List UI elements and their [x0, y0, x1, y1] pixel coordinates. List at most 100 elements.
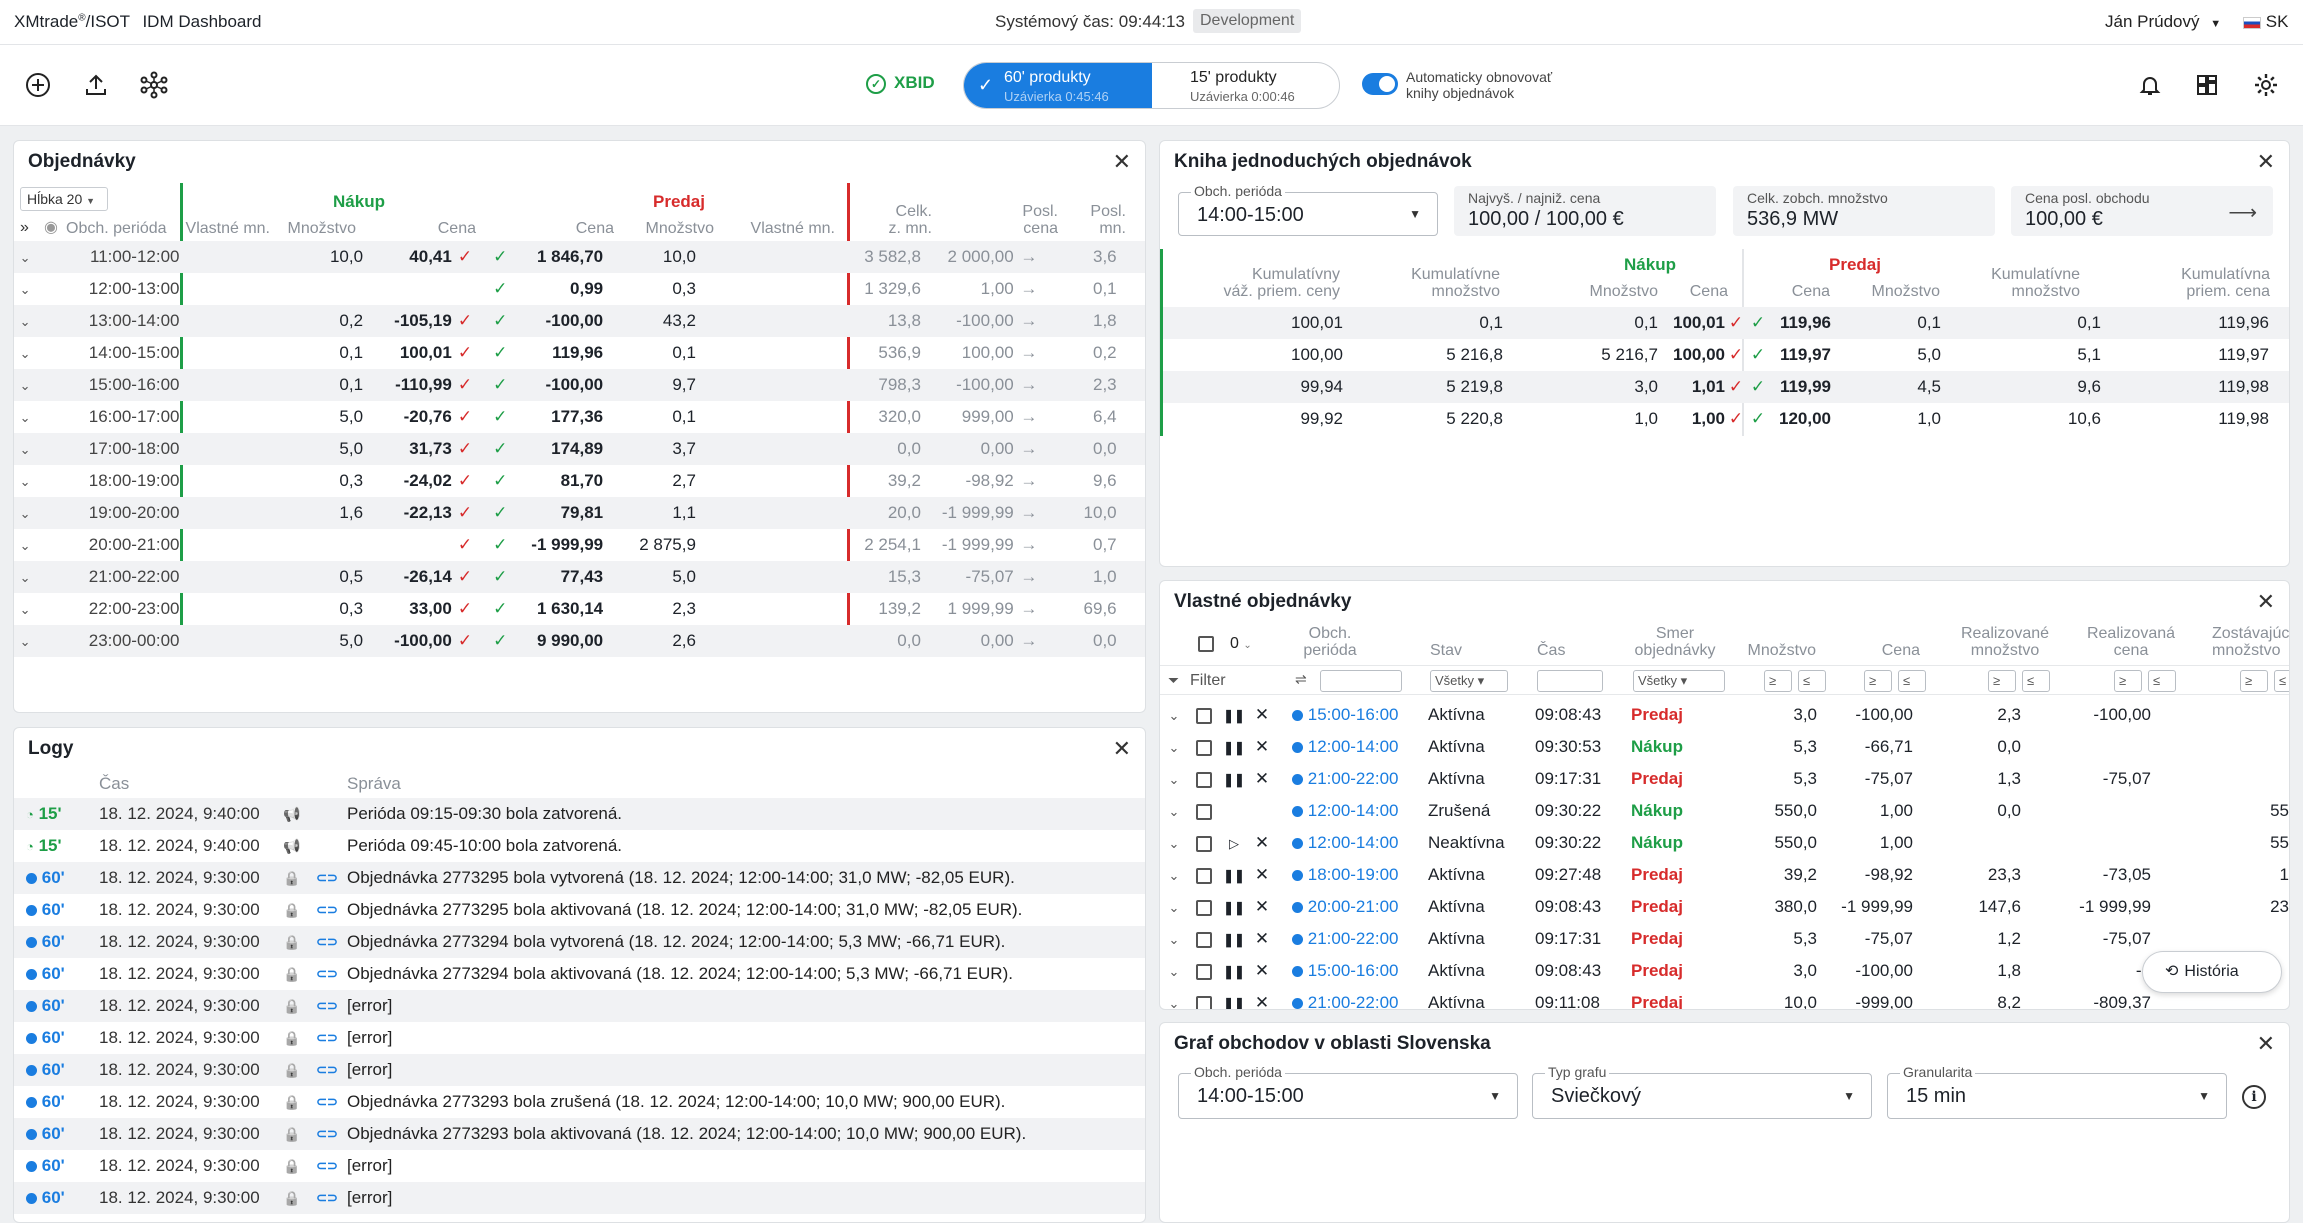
eye-icon[interactable]: ◉	[44, 219, 58, 236]
graph-period-select[interactable]: Obch. perióda 14:00-15:00 ▼	[1178, 1064, 1518, 1119]
expand-chevron-icon[interactable]: ⌄	[1160, 699, 1188, 731]
book-row[interactable]: 100,01 0,1 0,1 100,01 ✓ ✓ 119,96 0,1 0,1 119,96	[1163, 307, 2289, 339]
cancel-icon[interactable]: ✕	[1255, 897, 1269, 916]
pause-icon[interactable]: ❚❚	[1223, 964, 1245, 979]
expand-chevron-icon[interactable]: ⌄	[14, 497, 36, 529]
granularity-select[interactable]: Granularita 15 min ▼	[1887, 1064, 2227, 1119]
book-row[interactable]: 99,94 5 219,8 3,0 1,01 ✓ ✓ 119,99 4,5 9,6 119,98	[1163, 371, 2289, 403]
orders-row[interactable]: ⌄ 22:00-23:00 0,3 33,00 ✓ ✓ 1 630,14 2,3 139,2 1 …	[14, 593, 1145, 625]
tab-60-products[interactable]: ✓ 60' produkty Uzávierka 0:45:46	[964, 63, 1152, 108]
link-icon[interactable]: ⊂⊃	[316, 902, 338, 917]
pause-icon[interactable]: ❚❚	[1223, 708, 1245, 723]
upload-icon[interactable]	[82, 71, 110, 99]
row-checkbox[interactable]	[1188, 923, 1220, 955]
cancel-icon[interactable]: ✕	[1255, 929, 1269, 948]
expand-chevron-icon[interactable]: ⌄	[1160, 731, 1188, 763]
network-icon[interactable]	[139, 70, 169, 100]
play-icon[interactable]: ▷	[1229, 836, 1239, 851]
rp-min-filter[interactable]: ≥	[2114, 670, 2142, 692]
link-icon[interactable]: ⊂⊃	[316, 1094, 338, 1109]
expand-chevron-icon[interactable]: ⌄	[14, 305, 36, 337]
expand-chevron-icon[interactable]: ⌄	[14, 625, 36, 657]
history-button[interactable]: ⟲ História	[2142, 951, 2282, 993]
expand-chevron-icon[interactable]: ⌄	[14, 433, 36, 465]
orders-row[interactable]: ⌄ 21:00-22:00 0,5 -26,14 ✓ ✓ 77,43 5,0 15,3 -75,0…	[14, 561, 1145, 593]
book-row[interactable]: 100,00 5 216,8 5 216,7 100,00 ✓ ✓ 119,97 5,0 5,1…	[1163, 339, 2289, 371]
expand-chevron-icon[interactable]: ⌄	[14, 561, 36, 593]
bell-icon[interactable]	[2136, 71, 2164, 99]
pause-icon[interactable]: ❚❚	[1223, 996, 1245, 1009]
link-icon[interactable]: ⊂⊃	[316, 1190, 338, 1205]
time-filter[interactable]	[1537, 670, 1603, 692]
row-checkbox[interactable]	[1188, 987, 1220, 1009]
expand-all-icon[interactable]: »	[20, 219, 29, 236]
direction-filter[interactable]: Všetky ▾	[1633, 670, 1725, 692]
orders-row[interactable]: ⌄ 20:00-21:00 ✓ ✓ -1 999,99 2 875,9 2 254,1 -1 …	[14, 529, 1145, 561]
row-checkbox[interactable]	[1188, 891, 1220, 923]
row-checkbox[interactable]	[1188, 795, 1220, 827]
cancel-icon[interactable]: ✕	[1255, 737, 1269, 756]
expand-chevron-icon[interactable]: ⌄	[1160, 987, 1188, 1009]
user-menu[interactable]: Ján Prúdový ▼	[2105, 12, 2221, 32]
price-max-filter[interactable]: ≤	[1898, 670, 1926, 692]
selected-count[interactable]: 0 ⌄	[1230, 635, 1252, 654]
rq-min-filter[interactable]: ≥	[1988, 670, 2016, 692]
expand-chevron-icon[interactable]: ⌄	[1160, 891, 1188, 923]
row-checkbox[interactable]	[1188, 699, 1220, 731]
link-icon[interactable]: ⊂⊃	[316, 966, 338, 981]
rem-min-filter[interactable]: ≥	[2240, 670, 2268, 692]
rp-max-filter[interactable]: ≤	[2148, 670, 2176, 692]
qty-min-filter[interactable]: ≥	[1764, 670, 1792, 692]
orders-row[interactable]: ⌄ 19:00-20:00 1,6 -22,13 ✓ ✓ 79,81 1,1 20,0 -1 99…	[14, 497, 1145, 529]
orders-row[interactable]: ⌄ 17:00-18:00 5,0 31,73 ✓ ✓ 174,89 3,7 0,0 0,00 → 0…	[14, 433, 1145, 465]
own-order-row[interactable]: ⌄ ❚❚ ✕ 21:00-22:00 Aktívna 09:17:31 Predaj 5,3…	[1160, 763, 2289, 795]
pause-icon[interactable]: ❚❚	[1223, 868, 1245, 883]
link-icon[interactable]: ⊂⊃	[316, 998, 338, 1013]
own-order-row[interactable]: ⌄ ▷ ✕ 12:00-14:00 Neaktívna 09:30:22 Nákup 550…	[1160, 827, 2289, 859]
expand-chevron-icon[interactable]: ⌄	[1160, 955, 1188, 987]
filter-icon[interactable]: ⏷	[1168, 672, 1179, 689]
link-icon[interactable]: ⊂⊃	[316, 1062, 338, 1077]
gear-icon[interactable]	[2252, 71, 2280, 99]
rem-max-filter[interactable]: ≤	[2274, 670, 2289, 692]
link-icon[interactable]: ⊂⊃	[316, 1126, 338, 1141]
own-order-row[interactable]: ⌄ ❚❚ ✕ 21:00-22:00 Aktívna 09:17:31 Predaj 5,3…	[1160, 923, 2289, 955]
link-icon[interactable]: ⊂⊃	[316, 1030, 338, 1045]
select-all-checkbox[interactable]	[1198, 635, 1214, 653]
expand-chevron-icon[interactable]: ⌄	[1160, 859, 1188, 891]
pause-icon[interactable]: ❚❚	[1223, 772, 1245, 787]
row-checkbox[interactable]	[1188, 955, 1220, 987]
orders-row[interactable]: ⌄ 11:00-12:00 10,0 40,41 ✓ ✓ 1 846,70 10,0 3 582…	[14, 241, 1145, 273]
close-icon[interactable]: ✕	[1113, 738, 1131, 760]
close-icon[interactable]: ✕	[2257, 151, 2275, 173]
clear-filter-icon[interactable]: ⇌	[1295, 671, 1307, 688]
pause-icon[interactable]: ❚❚	[1223, 740, 1245, 755]
tab-15-products[interactable]: 15' produkty Uzávierka 0:00:46	[1152, 63, 1339, 108]
pause-icon[interactable]: ❚❚	[1223, 932, 1245, 947]
row-checkbox[interactable]	[1188, 731, 1220, 763]
cancel-icon[interactable]: ✕	[1255, 705, 1269, 724]
info-icon[interactable]: i	[2242, 1085, 2266, 1109]
expand-chevron-icon[interactable]: ⌄	[1160, 795, 1188, 827]
expand-chevron-icon[interactable]: ⌄	[14, 369, 36, 401]
orders-row[interactable]: ⌄ 15:00-16:00 0,1 -110,99 ✓ ✓ -100,00 9,7 798,3 -…	[14, 369, 1145, 401]
own-order-row[interactable]: ⌄ ❚❚ ✕ 15:00-16:00 Aktívna 09:08:43 Predaj 3,0…	[1160, 699, 2289, 731]
row-checkbox[interactable]	[1188, 763, 1220, 795]
close-icon[interactable]: ✕	[2257, 591, 2275, 613]
layout-icon[interactable]	[2193, 71, 2221, 99]
expand-chevron-icon[interactable]: ⌄	[14, 241, 36, 273]
cancel-icon[interactable]: ✕	[1255, 833, 1269, 852]
book-row[interactable]: 99,92 5 220,8 1,0 1,00 ✓ ✓ 120,00 1,0 10,6 119,98	[1163, 403, 2289, 435]
auto-refresh-toggle[interactable]	[1362, 73, 1398, 95]
graph-type-select[interactable]: Typ grafu Sviečkový ▼	[1532, 1064, 1872, 1119]
cancel-icon[interactable]: ✕	[1255, 769, 1269, 788]
own-order-row[interactable]: ⌄ ❚❚ ✕ 12:00-14:00 Aktívna 09:30:53 Nákup 5,3 -…	[1160, 731, 2289, 763]
expand-chevron-icon[interactable]: ⌄	[1160, 763, 1188, 795]
pause-icon[interactable]: ❚❚	[1223, 900, 1245, 915]
cancel-icon[interactable]: ✕	[1255, 961, 1269, 980]
row-checkbox[interactable]	[1188, 827, 1220, 859]
book-period-select[interactable]: Obch. perióda 14:00-15:00 ▼	[1178, 183, 1438, 236]
language-switch[interactable]: SK	[2243, 12, 2288, 32]
own-order-row[interactable]: ⌄ ❚❚ ✕ 21:00-22:00 Aktívna 09:11:08 Predaj 10,…	[1160, 987, 2289, 1009]
link-icon[interactable]: ⊂⊃	[316, 1158, 338, 1173]
